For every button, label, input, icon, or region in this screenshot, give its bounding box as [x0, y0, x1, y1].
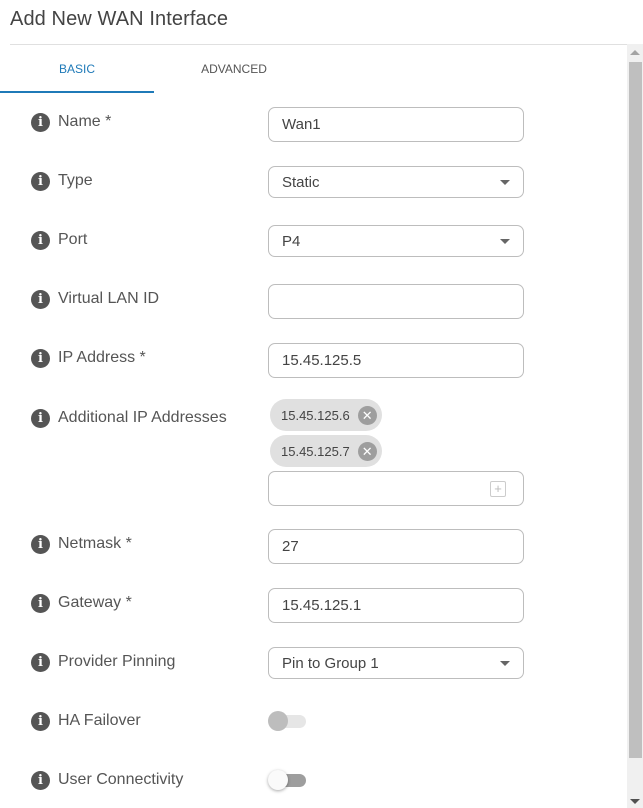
netmask-label-group: i Netmask *: [31, 534, 132, 554]
info-icon[interactable]: i: [31, 711, 50, 731]
ip-chip-label: 15.45.125.7: [281, 443, 350, 459]
port-select[interactable]: P4: [268, 225, 524, 257]
info-icon[interactable]: i: [31, 534, 50, 554]
info-icon[interactable]: i: [31, 593, 50, 613]
user-connectivity-label-group: i User Connectivity: [31, 770, 183, 790]
chevron-down-icon: [500, 239, 510, 244]
provider-pinning-label-group: i Provider Pinning: [31, 652, 175, 672]
chevron-down-icon: [500, 180, 510, 185]
additional-ip-input[interactable]: +: [268, 471, 524, 506]
scroll-thumb[interactable]: [629, 62, 642, 758]
name-input[interactable]: Wan1: [268, 107, 524, 142]
ip-address-label-group: i IP Address *: [31, 348, 146, 368]
vertical-scrollbar[interactable]: [627, 44, 643, 808]
user-connectivity-label: User Connectivity: [58, 771, 184, 788]
netmask-label: Netmask *: [58, 535, 132, 552]
type-value: Static: [282, 173, 320, 191]
type-label: Type: [58, 172, 93, 189]
netmask-input[interactable]: 27: [268, 529, 524, 564]
dialog-title: Add New WAN Interface: [10, 8, 229, 30]
ip-chip-label: 15.45.125.6: [281, 407, 350, 423]
port-label-group: i Port: [31, 230, 87, 250]
ip-address-input[interactable]: 15.45.125.5: [268, 343, 524, 378]
name-value: Wan1: [282, 116, 321, 133]
type-label-group: i Type: [31, 171, 93, 191]
info-icon[interactable]: i: [31, 348, 50, 368]
tab-basic[interactable]: BASIC: [0, 45, 154, 93]
additional-ips-label-group: i Additional IP Addresses: [31, 408, 227, 428]
name-label-group: i Name *: [31, 112, 111, 132]
port-value: P4: [282, 232, 301, 250]
info-icon[interactable]: i: [31, 408, 50, 428]
add-ip-icon[interactable]: +: [490, 480, 506, 497]
name-label: Name *: [58, 113, 112, 130]
ha-failover-label: HA Failover: [58, 712, 141, 729]
ip-chip: 15.45.125.6 ✕: [270, 399, 382, 431]
info-icon[interactable]: i: [31, 230, 50, 250]
gateway-label: Gateway *: [58, 594, 132, 611]
toggle-thumb: [268, 770, 288, 790]
toggle-thumb: [268, 711, 288, 731]
info-icon[interactable]: i: [31, 770, 50, 790]
gateway-label-group: i Gateway *: [31, 593, 132, 613]
provider-pinning-label: Provider Pinning: [58, 653, 176, 670]
port-label: Port: [58, 231, 88, 248]
ha-failover-label-group: i HA Failover: [31, 711, 141, 731]
info-icon[interactable]: i: [31, 289, 50, 309]
tab-bar: BASIC ADVANCED: [0, 45, 627, 93]
provider-pinning-select[interactable]: Pin to Group 1: [268, 647, 524, 679]
info-icon[interactable]: i: [31, 171, 50, 191]
info-icon[interactable]: i: [31, 652, 50, 672]
ip-address-value: 15.45.125.5: [282, 352, 362, 369]
ip-address-label: IP Address *: [58, 349, 146, 366]
user-connectivity-toggle[interactable]: [268, 769, 308, 791]
remove-chip-icon[interactable]: ✕: [357, 441, 377, 461]
chevron-down-icon: [500, 661, 510, 666]
vlan-label: Virtual LAN ID: [58, 290, 160, 307]
gateway-input[interactable]: 15.45.125.1: [268, 588, 524, 623]
type-select[interactable]: Static: [268, 166, 524, 198]
scroll-up-arrow-icon[interactable]: [630, 50, 640, 55]
vlan-input[interactable]: [268, 284, 524, 319]
ip-chip: 15.45.125.7 ✕: [270, 435, 382, 467]
scroll-down-arrow-icon[interactable]: [630, 799, 640, 804]
info-icon[interactable]: i: [31, 112, 50, 132]
gateway-value: 15.45.125.1: [282, 597, 362, 614]
remove-chip-icon[interactable]: ✕: [357, 405, 377, 425]
netmask-value: 27: [282, 538, 299, 555]
additional-ips-label: Additional IP Addresses: [58, 409, 227, 426]
tab-advanced[interactable]: ADVANCED: [157, 45, 311, 93]
ha-failover-toggle[interactable]: [268, 710, 308, 732]
provider-pinning-value: Pin to Group 1: [282, 654, 379, 672]
vlan-label-group: i Virtual LAN ID: [31, 289, 159, 309]
